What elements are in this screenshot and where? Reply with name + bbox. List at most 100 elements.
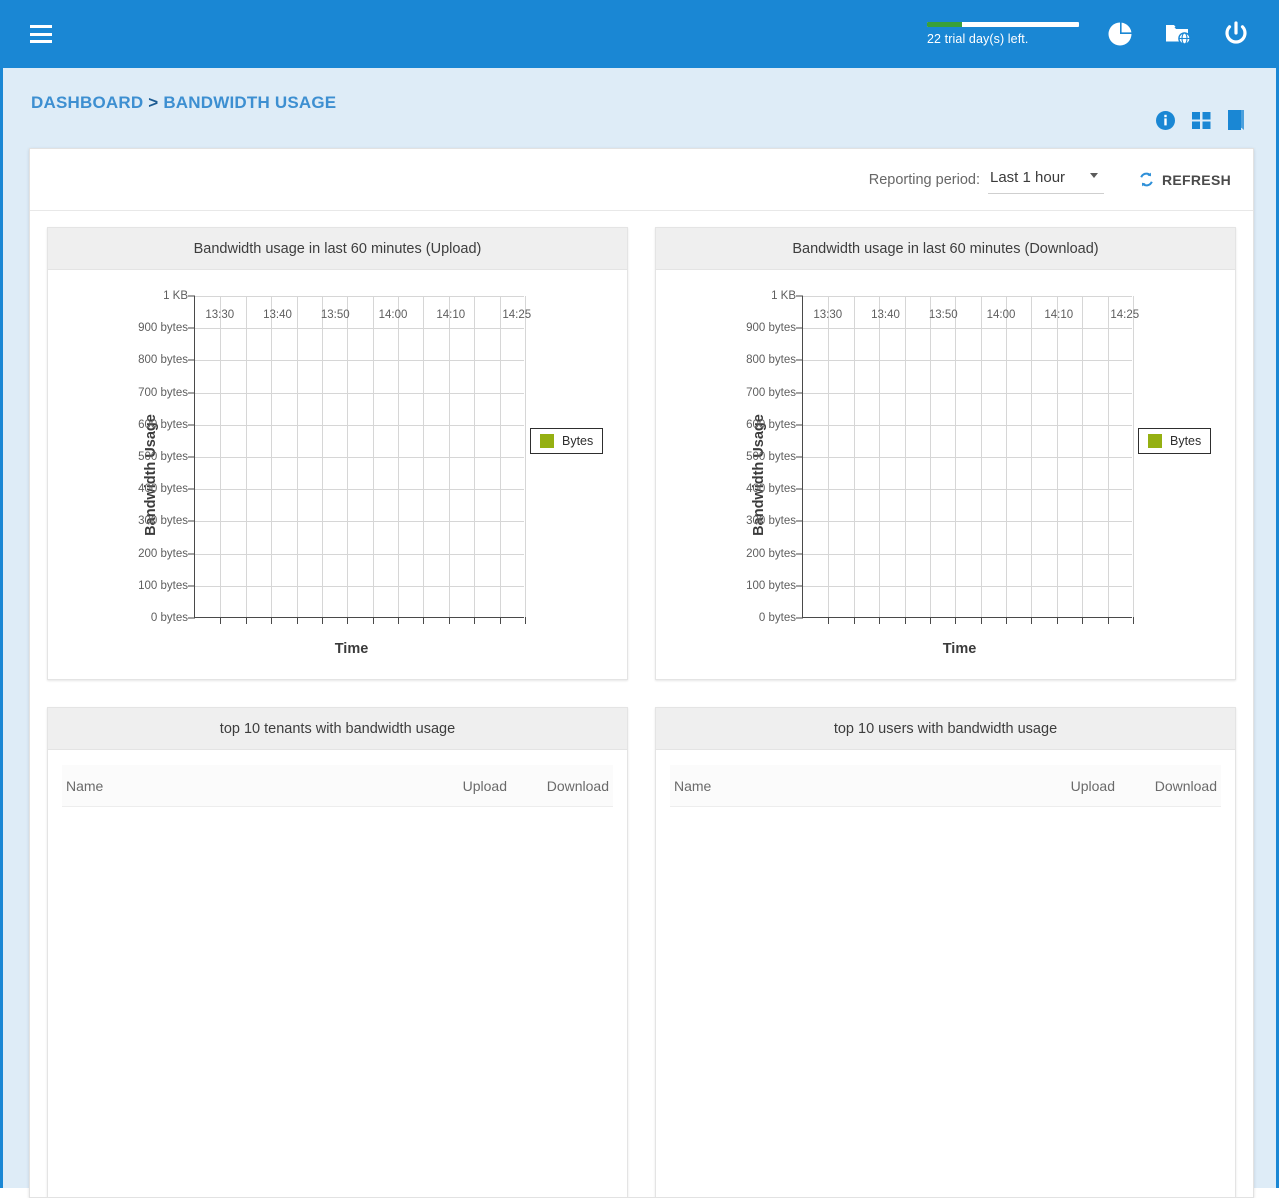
x-axis-tick-mark [398, 617, 400, 624]
x-axis-tick-mark [955, 617, 957, 624]
column-header-download[interactable]: Download [507, 778, 613, 794]
panel-header: Bandwidth usage in last 60 minutes (Uplo… [48, 228, 627, 270]
x-axis-tick-mark [879, 617, 881, 624]
gridline-vertical [347, 296, 349, 617]
gridline-vertical [980, 296, 982, 617]
gridline-vertical [955, 296, 957, 617]
panel-title: top 10 users with bandwidth usage [833, 720, 1058, 737]
hamburger-bar [30, 32, 52, 36]
hamburger-bar [30, 25, 52, 28]
x-axis-tick-mark [828, 617, 830, 624]
y-axis-ticks: 1 KB 900 bytes 800 bytes 700 bytes 600 bytes… [108, 290, 195, 624]
breadcrumb: DASHBOARD > BANDWIDTH USAGE [31, 93, 336, 113]
y-axis-tick-label: 600 bytes [746, 418, 796, 431]
bandwidth-upload-chart[interactable]: Bandwidth Usage 1 KB 900 bytes 800 bytes 70… [48, 270, 627, 679]
y-axis-tick-label: 0 bytes [150, 612, 188, 624]
column-header-name[interactable]: Name [62, 778, 411, 794]
x-axis-tick-mark [929, 617, 931, 624]
refresh-icon [1140, 172, 1153, 187]
column-header-download[interactable]: Download [1115, 778, 1221, 794]
refresh-button[interactable]: REFRESH [1138, 171, 1231, 188]
y-axis-tick-label: 800 bytes [138, 354, 188, 367]
y-axis-tick-label: 700 bytes [138, 386, 188, 399]
gridline-vertical [448, 296, 450, 617]
gridline-vertical [1107, 296, 1109, 617]
column-header-upload[interactable]: Upload [1019, 778, 1115, 794]
info-icon[interactable] [1154, 108, 1176, 132]
y-axis-ticks: 1 KB 900 bytes 800 bytes 700 bytes 600 bytes… [716, 290, 803, 624]
panel-download-chart: Bandwidth usage in last 60 minutes (Down… [655, 227, 1236, 680]
breadcrumb-root[interactable]: DASHBOARD [31, 93, 143, 112]
chart-legend[interactable]: Bytes [1138, 428, 1212, 454]
table-header-row: Name Upload Download [62, 765, 613, 807]
hamburger-bar [30, 40, 52, 43]
y-axis-tick-label: 1 KB [771, 290, 796, 302]
column-header-name[interactable]: Name [670, 778, 1019, 794]
column-header-upload[interactable]: Upload [411, 778, 507, 794]
trial-progress-bar [927, 22, 1079, 27]
x-axis-tick-mark [1056, 617, 1058, 624]
hamburger-icon[interactable] [30, 25, 52, 43]
panel-header: top 10 users with bandwidth usage [656, 708, 1235, 750]
page-action-icons [1154, 108, 1248, 132]
gridline-vertical [1133, 296, 1134, 617]
panel-users-table: top 10 users with bandwidth usage Name U… [655, 707, 1236, 1197]
x-axis-tick-mark [448, 617, 450, 624]
x-axis-title-wrap: Time [48, 641, 627, 657]
panel-header: top 10 tenants with bandwidth usage [48, 708, 627, 750]
gridline-vertical [879, 296, 881, 617]
reporting-period-value: Last 1 hour [990, 168, 1066, 186]
gridline-vertical [1006, 296, 1008, 617]
panel-title: Bandwidth usage in last 60 minutes (Uplo… [193, 240, 482, 257]
gridline-vertical [321, 296, 323, 617]
plot-area: 13:30 13:40 13:50 14:00 14:10 14:25 [802, 296, 1139, 624]
breadcrumb-current: BANDWIDTH USAGE [163, 93, 337, 112]
bandwidth-download-chart[interactable]: Bandwidth Usage 1 KB 900 bytes 800 bytes 70… [656, 270, 1235, 679]
reports-pie-icon[interactable] [1103, 17, 1137, 51]
gridline-vertical [1056, 296, 1058, 617]
x-axis-tick-mark [1031, 617, 1033, 624]
folder-globe-icon[interactable] [1161, 17, 1195, 51]
gridline-vertical [271, 296, 273, 617]
x-axis-tick-mark [1107, 617, 1109, 624]
gridline-vertical [525, 296, 526, 617]
x-axis-tick-label: 14:00 [378, 309, 408, 321]
y-axis-tick-label: 800 bytes [746, 354, 796, 367]
power-icon[interactable] [1219, 17, 1253, 51]
users-table: Name Upload Download [656, 765, 1235, 817]
book-icon[interactable] [1226, 108, 1248, 132]
download-chart-body: Bandwidth Usage 1 KB 900 bytes 800 bytes 70… [656, 270, 1235, 679]
plot-area: 13:30 13:40 13:50 14:00 14:10 14:25 [194, 296, 531, 624]
gridline-vertical [398, 296, 400, 617]
trial-progress-fill [927, 22, 962, 27]
y-axis-tick-label: 600 bytes [138, 418, 188, 431]
x-axis-tick-label: 13:50 [928, 309, 958, 321]
x-axis-tick-label: 14:25 [1110, 309, 1140, 321]
chart-legend[interactable]: Bytes [530, 428, 604, 454]
y-axis-tick-label: 300 bytes [746, 515, 796, 528]
refresh-label: REFRESH [1162, 171, 1231, 188]
y-axis-tick-label: 500 bytes [138, 451, 188, 463]
reporting-period-label: Reporting period: [868, 171, 980, 188]
x-axis-tick-mark [321, 617, 323, 624]
y-axis-tick-label: 0 bytes [758, 612, 796, 624]
legend-label: Bytes [1170, 434, 1202, 448]
reporting-period-select[interactable]: Last 1 hour [988, 166, 1104, 194]
chevron-down-icon [1090, 172, 1098, 178]
x-axis-tick-mark [372, 617, 374, 624]
x-axis-tick-mark [271, 617, 273, 624]
gridline-vertical [828, 296, 830, 617]
page-container: DASHBOARD > BANDWIDTH USAGE Reporting pe… [0, 68, 1279, 1198]
gridline-vertical [372, 296, 374, 617]
panel-title: Bandwidth usage in last 60 minutes (Down… [792, 240, 1099, 257]
gridline-vertical [929, 296, 931, 617]
grid-icon[interactable] [1190, 108, 1212, 132]
x-axis-tick-mark [853, 617, 855, 624]
y-axis-tick-label: 200 bytes [138, 547, 188, 560]
y-axis-tick-label: 900 bytes [746, 322, 796, 335]
x-axis-tick-mark [220, 617, 222, 624]
x-axis-tick-mark [525, 617, 526, 624]
y-axis-tick-label: 300 bytes [138, 515, 188, 528]
x-axis-tick-mark [904, 617, 906, 624]
trial-status: 22 trial day(s) left. [927, 22, 1079, 46]
